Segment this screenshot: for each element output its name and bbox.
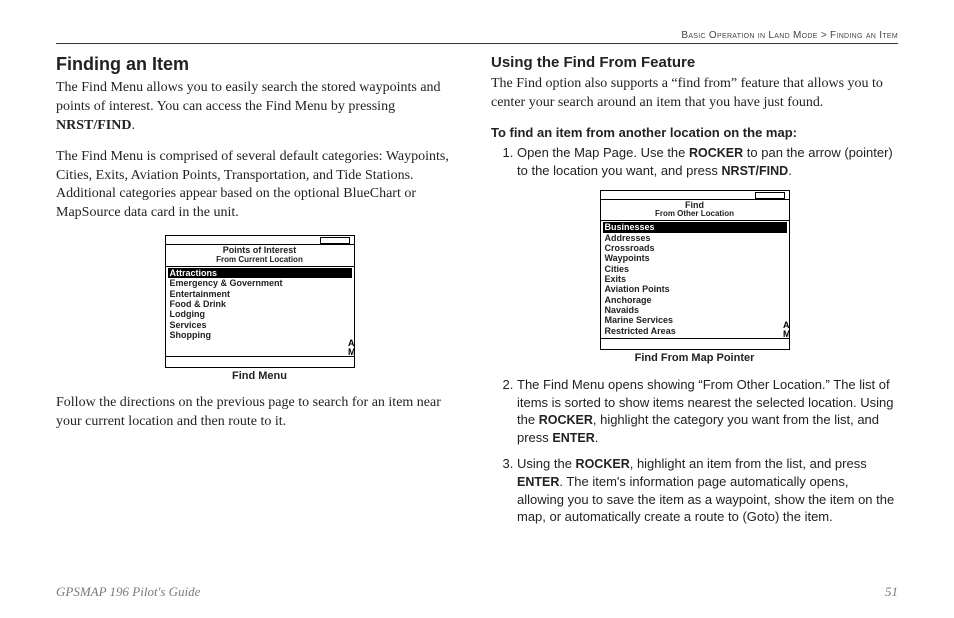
steps-list: Open the Map Page. Use the ROCKER to pan… <box>491 144 898 180</box>
screen2-list: Businesses Addresses Crossroads Waypoint… <box>601 221 789 338</box>
intro-p1: The Find Menu allows you to easily searc… <box>56 79 463 136</box>
screen1-caption: Find Menu <box>56 370 463 382</box>
screen2-item-10: Restricted Areas <box>603 326 787 336</box>
screen2-item-9: Marine Services <box>603 315 787 325</box>
screen2-item-5: Exits <box>603 274 787 284</box>
step-1: Open the Map Page. Use the ROCKER to pan… <box>517 144 898 180</box>
screen1-item-5: Services <box>168 320 352 330</box>
screen2-item-6: Aviation Points <box>603 284 787 294</box>
screen1-item-3: Food & Drink <box>168 299 352 309</box>
right-column: Using the Find From Feature The Find opt… <box>491 54 898 536</box>
page-footer: GPSMAP 196 Pilot's Guide 51 <box>56 584 898 600</box>
step-2: The Find Menu opens showing “From Other … <box>517 376 898 447</box>
intro-p2: The Find Menu is comprised of several de… <box>56 148 463 224</box>
breadcrumb-part-2: Finding an Item <box>830 30 898 41</box>
footer-title: GPSMAP 196 Pilot's Guide <box>56 584 200 600</box>
steps-list-cont: The Find Menu opens showing “From Other … <box>491 376 898 526</box>
screen1-item-2: Entertainment <box>168 289 352 299</box>
breadcrumb-part-1: Basic Operation in Land Mode <box>681 30 817 41</box>
find-from-screenshot: Find From Other Location Businesses Addr… <box>600 190 790 351</box>
footer-pagenum: 51 <box>885 584 898 600</box>
screen2-item-7: Anchorage <box>603 295 787 305</box>
screen2-item-8: Navaids <box>603 305 787 315</box>
screen1-item-6: Shopping <box>168 330 352 340</box>
section-title: Finding an Item <box>56 54 463 75</box>
screen1-item-0: Attractions <box>168 268 352 278</box>
screen1-item-4: Lodging <box>168 309 352 319</box>
procedure-title: To find an item from another location on… <box>491 125 898 140</box>
step-3: Using the ROCKER, highlight an item from… <box>517 455 898 526</box>
screen2-item-2: Crossroads <box>603 243 787 253</box>
screen2-item-1: Addresses <box>603 233 787 243</box>
screen2-item-4: Cities <box>603 264 787 274</box>
breadcrumb: Basic Operation in Land Mode > Finding a… <box>56 30 898 41</box>
screen2-item-0: Businesses <box>603 222 787 232</box>
screen1-subtitle: From Current Location <box>166 256 354 267</box>
screen2-subtitle: From Other Location <box>601 210 789 221</box>
find-menu-screenshot: Points of Interest From Current Location… <box>165 235 355 368</box>
screen2-caption: Find From Map Pointer <box>491 352 898 364</box>
screen1-item-1: Emergency & Government <box>168 278 352 288</box>
screen2-item-3: Waypoints <box>603 253 787 263</box>
left-column: Finding an Item The Find Menu allows you… <box>56 54 463 536</box>
subsection-title: Using the Find From Feature <box>491 54 898 71</box>
screen1-list: Attractions Emergency & Government Enter… <box>166 267 354 356</box>
follow-p3: Follow the directions on the previous pa… <box>56 394 463 432</box>
right-p1: The Find option also supports a “find fr… <box>491 75 898 113</box>
header-rule <box>56 43 898 44</box>
